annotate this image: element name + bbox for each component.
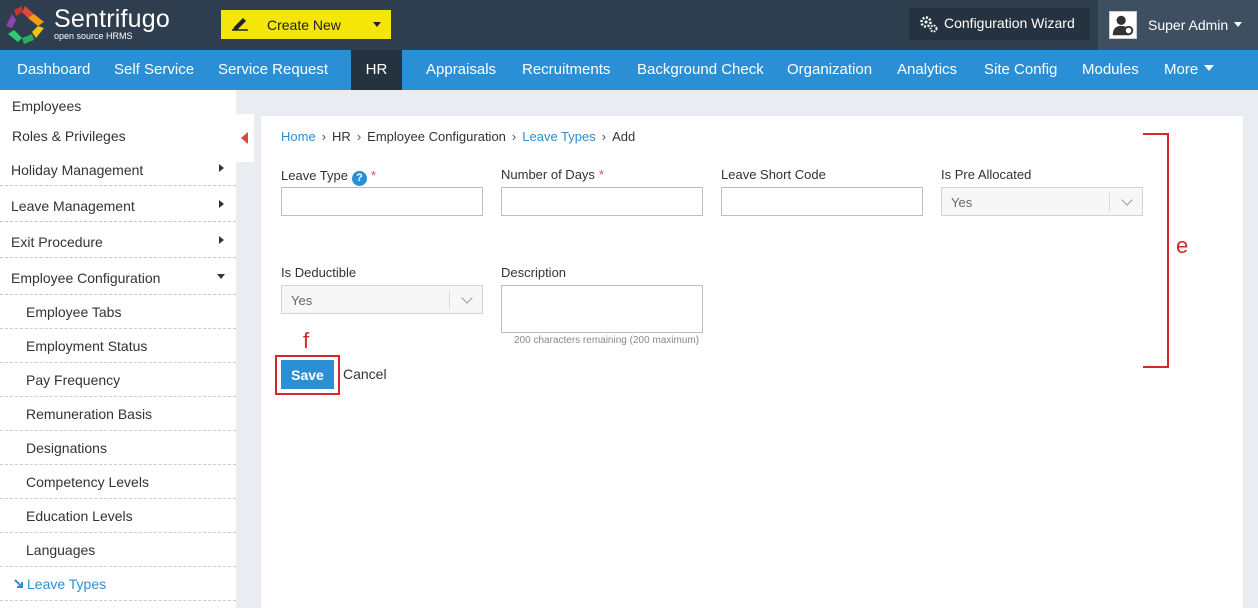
is-pre-allocated-select[interactable]: Yes — [941, 187, 1143, 216]
nav-item-organization[interactable]: Organization — [787, 50, 872, 90]
sidebar-item-employee-configuration[interactable]: Employee Configuration — [0, 258, 236, 295]
chevron-down-icon — [461, 292, 473, 304]
annotation-highlight-box — [275, 355, 340, 395]
breadcrumb-separator: › — [511, 129, 517, 144]
cancel-button[interactable]: Cancel — [343, 366, 387, 382]
description-char-counter: 200 characters remaining (200 maximum) — [514, 335, 700, 346]
chevron-right-icon — [219, 200, 224, 208]
nav-item-background-check[interactable]: Background Check — [637, 50, 764, 90]
nav-item-recruitments[interactable]: Recruitments — [522, 50, 610, 90]
number-of-days-label-text: Number of Days — [501, 167, 595, 182]
chevron-right-icon — [219, 164, 224, 172]
nav-item-analytics[interactable]: Analytics — [897, 50, 957, 90]
sidebar-item-label: Leave Management — [11, 198, 135, 214]
brand-name: Sentrifugo — [54, 5, 170, 33]
sentrifugo-logo-icon — [6, 6, 44, 44]
nav-item-more-label: More — [1164, 61, 1199, 78]
chevron-left-icon — [241, 132, 248, 144]
select-divider — [1109, 193, 1110, 211]
description-textarea[interactable] — [501, 285, 703, 333]
leave-short-code-label: Leave Short Code — [721, 167, 826, 182]
number-of-days-label: Number of Days * — [501, 167, 604, 182]
nav-item-hr[interactable]: HR — [351, 50, 402, 90]
chevron-down-icon — [1121, 194, 1133, 206]
sidebar-item-holiday-management[interactable]: Holiday Management — [0, 152, 236, 186]
chevron-down-icon — [373, 22, 381, 27]
sidebar-subitem-education-levels[interactable]: Education Levels — [0, 499, 236, 533]
sidebar-item-roles-privileges[interactable]: Roles & Privileges — [12, 128, 248, 144]
sidebar-collapse-toggle[interactable] — [236, 114, 254, 162]
is-deductible-label: Is Deductible — [281, 265, 357, 280]
user-menu[interactable]: Super Admin — [1098, 0, 1258, 50]
configuration-wizard-button[interactable]: Configuration Wizard — [909, 8, 1090, 40]
annotation-label-f: f — [303, 328, 310, 353]
chevron-down-icon — [1204, 65, 1215, 71]
sidebar-subitem-employment-status[interactable]: Employment Status — [0, 329, 236, 363]
breadcrumb-leave-types[interactable]: Leave Types — [522, 129, 595, 144]
pencil-icon — [232, 18, 248, 31]
required-marker: * — [598, 167, 604, 182]
sidebar-item-leave-management[interactable]: Leave Management — [0, 186, 236, 222]
annotation-label-e: e — [1176, 233, 1189, 258]
leave-type-label: Leave Type? * — [281, 168, 376, 186]
breadcrumb-home[interactable]: Home — [281, 129, 316, 144]
chevron-down-icon — [1234, 22, 1242, 27]
required-marker: * — [370, 168, 377, 183]
breadcrumb-hr: HR — [332, 129, 351, 144]
nav-item-self-service[interactable]: Self Service — [114, 50, 194, 90]
top-bar: Sentrifugo open source HRMS Create New C… — [0, 0, 1258, 50]
is-pre-allocated-label: Is Pre Allocated — [941, 167, 1032, 182]
sidebar-subitem-competency-levels[interactable]: Competency Levels — [0, 465, 236, 499]
number-of-days-input[interactable] — [501, 187, 703, 216]
nav-item-site-config[interactable]: Site Config — [984, 50, 1057, 90]
breadcrumb-add: Add — [612, 129, 636, 144]
sidebar-item-label: Exit Procedure — [11, 234, 103, 250]
sidebar-subitem-pay-frequency[interactable]: Pay Frequency — [0, 363, 236, 397]
brand-subtitle: open source HRMS — [54, 31, 133, 41]
annotation-bracket — [1143, 133, 1169, 368]
breadcrumb-separator: › — [601, 129, 607, 144]
sidebar-subitem-languages[interactable]: Languages — [0, 533, 236, 567]
sidebar-item-label: Employees — [12, 98, 82, 114]
leave-type-input[interactable] — [281, 187, 483, 216]
description-label: Description — [501, 265, 567, 280]
sidebar-item-label: Employee Configuration — [11, 270, 161, 286]
breadcrumb: Home › HR › Employee Configuration › Leave Typ… — [281, 129, 635, 144]
breadcrumb-separator: › — [356, 129, 362, 144]
create-new-label: Create New — [267, 17, 341, 33]
nav-item-dashboard[interactable]: Dashboard — [17, 50, 90, 90]
leave-short-code-input[interactable] — [721, 187, 923, 216]
breadcrumb-employee-configuration: Employee Configuration — [367, 129, 506, 144]
avatar — [1109, 11, 1137, 39]
chevron-down-icon — [217, 274, 225, 279]
sidebar-item-label: Roles & Privileges — [12, 128, 126, 144]
gear-icon — [920, 16, 938, 33]
sidebar-item-exit-procedure[interactable]: Exit Procedure — [0, 222, 236, 258]
sidebar-item-label: Holiday Management — [11, 162, 144, 178]
chevron-right-icon — [219, 236, 224, 244]
breadcrumb-separator: › — [321, 129, 327, 144]
sidebar: Employees Roles & Privileges Holiday Man… — [0, 90, 236, 608]
leave-type-label-text: Leave Type — [281, 168, 348, 183]
sidebar-item-employees[interactable]: Employees — [12, 98, 248, 114]
configuration-wizard-label: Configuration Wizard — [944, 15, 1075, 31]
user-name: Super Admin — [1148, 17, 1229, 33]
sidebar-subitem-leave-types[interactable]: Leave Types — [0, 567, 236, 601]
nav-item-more[interactable]: More — [1164, 50, 1215, 90]
sidebar-subitem-designations[interactable]: Designations — [0, 431, 236, 465]
nav-item-modules[interactable]: Modules — [1082, 50, 1139, 90]
is-deductible-value: Yes — [291, 293, 313, 308]
is-pre-allocated-value: Yes — [951, 195, 973, 210]
nav-item-appraisals[interactable]: Appraisals — [426, 50, 496, 90]
create-new-button[interactable]: Create New — [221, 10, 391, 39]
help-icon[interactable]: ? — [351, 171, 367, 186]
sidebar-subitem-label: Leave Types — [27, 576, 107, 592]
is-deductible-select[interactable]: Yes — [281, 285, 483, 314]
main-nav: Dashboard Self Service Service Request H… — [0, 50, 1258, 90]
sidebar-subitem-employee-tabs[interactable]: Employee Tabs — [0, 295, 236, 329]
select-divider — [449, 291, 450, 309]
sidebar-subitem-remuneration-basis[interactable]: Remuneration Basis — [0, 397, 236, 431]
arrow-down-right-icon — [14, 579, 23, 588]
nav-item-service-request[interactable]: Service Request — [218, 50, 328, 90]
